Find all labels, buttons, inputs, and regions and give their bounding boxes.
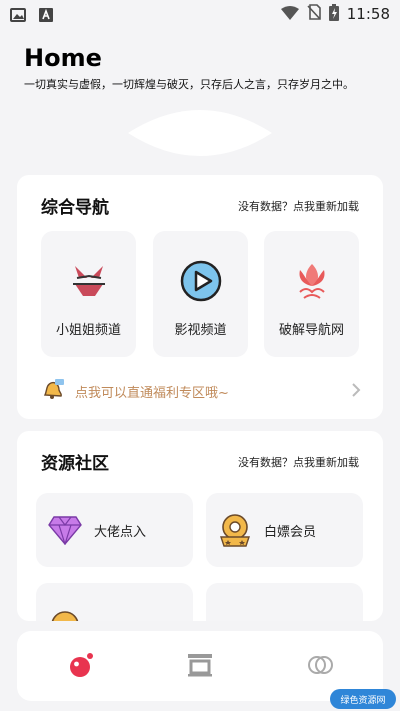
chevron-right-icon — [351, 382, 361, 401]
resource-item-dalao[interactable]: 大佬点入 — [36, 493, 193, 567]
bell-icon — [41, 377, 65, 405]
tab-discover[interactable] — [301, 651, 341, 683]
decorative-wave — [128, 110, 272, 156]
nav-reload-link[interactable]: 没有数据？点我重新加载 — [238, 198, 359, 214]
home-dot-icon — [68, 652, 94, 682]
resource-card: 资源社区 没有数据？点我重新加载 大佬点入 白嫖会员 — [17, 431, 383, 621]
page-header: Home 一切真实与虚假，一切辉煌与破灭，只存后人之言，只存岁月之中。 — [24, 44, 384, 92]
vip-badge-icon — [218, 513, 252, 547]
bottom-tab-bar — [17, 631, 383, 701]
nav-card-title: 综合导航 — [41, 198, 109, 218]
nav-tile-label: 小姐姐频道 — [55, 323, 121, 338]
tab-home[interactable] — [61, 651, 101, 683]
no-sim-icon — [307, 4, 321, 24]
tab-archive[interactable] — [180, 651, 220, 683]
image-icon — [10, 7, 26, 22]
resource-reload-link[interactable]: 没有数据？点我重新加载 — [238, 454, 359, 470]
promo-text: 点我可以直通福利专区哦~ — [75, 385, 229, 401]
archive-icon — [187, 653, 213, 681]
lotus-icon — [290, 259, 334, 303]
diamond-icon — [218, 603, 252, 621]
nav-tile-crack[interactable]: 破解导航网 — [264, 231, 359, 357]
diamond-icon — [48, 513, 82, 547]
nav-tile-video[interactable]: 影视频道 — [153, 231, 248, 357]
bikini-icon — [67, 259, 111, 303]
watermark-logo: 绿色资源网 — [330, 689, 396, 709]
clock: 11:58 — [346, 5, 390, 23]
nav-card: 综合导航 没有数据？点我重新加载 小姐姐频道 影视频道 破解导航网 点我可以直通… — [17, 175, 383, 419]
page-title: Home — [24, 44, 102, 72]
nav-tile-label: 破解导航网 — [278, 323, 344, 338]
a-letter-icon — [38, 7, 54, 22]
play-icon — [179, 259, 223, 303]
resource-item-partial[interactable] — [36, 583, 193, 621]
resource-item-label: 大佬点入 — [94, 524, 147, 540]
page-subtitle: 一切真实与虚假，一切辉煌与破灭，只存后人之言，只存岁月之中。 — [24, 78, 354, 91]
welfare-promo-link[interactable]: 点我可以直通福利专区哦~ — [41, 377, 361, 405]
resource-item-partial[interactable] — [206, 583, 363, 621]
nav-tile-label: 影视频道 — [174, 323, 227, 338]
coin-icon — [48, 603, 82, 621]
status-bar: 11:58 — [0, 0, 400, 28]
battery-charging-icon — [328, 3, 339, 25]
nav-tile-xiaojiejie[interactable]: 小姐姐频道 — [41, 231, 136, 357]
resource-item-vip[interactable]: 白嫖会员 — [206, 493, 363, 567]
wifi-icon — [280, 5, 299, 24]
resource-item-label: 白嫖会员 — [264, 524, 317, 540]
resource-card-title: 资源社区 — [41, 454, 109, 474]
circles-icon — [307, 655, 335, 679]
